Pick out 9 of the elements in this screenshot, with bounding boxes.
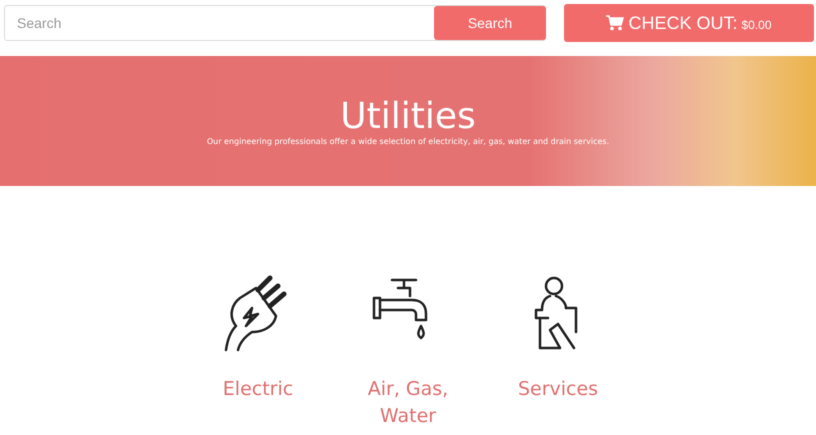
- banner-subtitle: Our engineering professionals offer a wide selection of electricity, air, gas, water and drain services.: [206, 137, 610, 146]
- cart-icon: [606, 15, 624, 31]
- category-link[interactable]: Services: [508, 376, 608, 403]
- category-link[interactable]: Electric: [208, 376, 308, 403]
- category-link[interactable]: Air, Gas, Water: [358, 376, 458, 430]
- banner-title: Utilities: [340, 96, 476, 137]
- search-button[interactable]: Search: [434, 6, 546, 40]
- checkout-button[interactable]: CHECK OUT: $0.00: [564, 4, 814, 42]
- search-field[interactable]: Search Search: [4, 5, 546, 41]
